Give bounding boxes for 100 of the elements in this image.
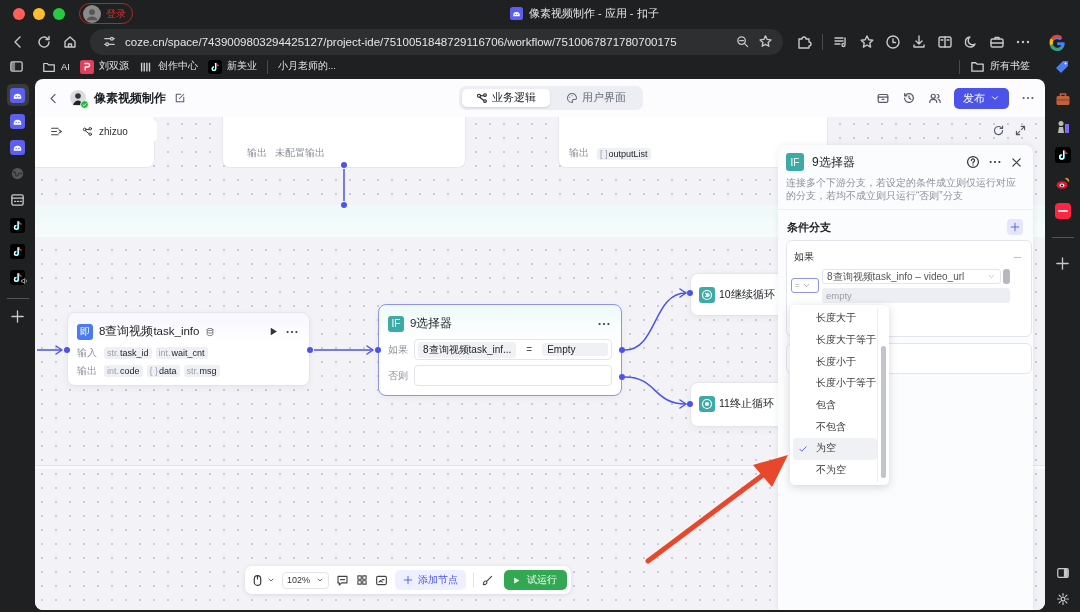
- connector-arrow: [624, 288, 687, 351]
- settings-icon[interactable]: [1055, 592, 1070, 606]
- port-dot[interactable]: [375, 347, 381, 353]
- port-dot[interactable]: [341, 162, 347, 168]
- chevron-down-icon: [267, 576, 275, 584]
- node-card[interactable]: 即 8查询视频task_info 输入 str.task_id int.wait_cnt 输出 int.code { }data str.msg: [67, 312, 310, 386]
- music-note-icon: [208, 59, 222, 74]
- bookmark[interactable]: 创作中心: [139, 59, 198, 74]
- add-icon[interactable]: [1055, 256, 1070, 271]
- toolbox-icon[interactable]: [1054, 91, 1071, 107]
- music-note-icon[interactable]: [1054, 147, 1071, 163]
- comment-icon[interactable]: [336, 573, 350, 587]
- port-dot[interactable]: [619, 374, 625, 380]
- parameter-tag: int.code: [104, 365, 143, 377]
- help-icon[interactable]: [966, 155, 980, 169]
- image-icon[interactable]: [375, 573, 389, 587]
- row-label: 否则: [388, 368, 408, 383]
- scrollbar-thumb[interactable]: [881, 346, 886, 478]
- globe-icon: [10, 165, 25, 181]
- palette-icon: [566, 92, 578, 104]
- node-title: 8查询视频task_info: [99, 324, 200, 339]
- parameter-tag: str.msg: [183, 365, 220, 377]
- drag-handle[interactable]: [1003, 269, 1010, 284]
- sidebar-toggle-icon[interactable]: [9, 59, 24, 74]
- bot-icon: [10, 87, 25, 103]
- chevron-down-icon: [316, 576, 325, 584]
- parameter-tag: int.wait_cnt: [155, 347, 208, 359]
- reader-icon[interactable]: [937, 33, 953, 50]
- close-icon[interactable]: [1010, 155, 1023, 169]
- add-icon[interactable]: [10, 309, 25, 324]
- zoom-window-button[interactable]: [53, 7, 65, 20]
- close-window-button[interactable]: [13, 7, 25, 20]
- menu-item[interactable]: 长度大于等于: [793, 329, 877, 352]
- port-dot[interactable]: [341, 202, 347, 208]
- menu-item[interactable]: 不为空: [793, 459, 877, 482]
- bookmark[interactable]: 刘双源: [80, 59, 129, 74]
- download-icon[interactable]: [911, 33, 927, 50]
- extensions-icon[interactable]: [796, 33, 812, 50]
- refresh-icon[interactable]: [992, 124, 1005, 137]
- bookmark[interactable]: AI: [42, 59, 70, 74]
- connector-arrow: [313, 345, 374, 355]
- port-dot[interactable]: [619, 347, 625, 353]
- row-label: 输出: [569, 147, 589, 160]
- port-dot[interactable]: [687, 401, 693, 407]
- bookmark[interactable]: 小月老师的...: [278, 60, 336, 73]
- section-title: 条件分支: [787, 219, 831, 235]
- history-icon[interactable]: [885, 33, 901, 50]
- port-dot[interactable]: [307, 347, 313, 353]
- all-bookmarks[interactable]: 所有书签: [970, 59, 1030, 74]
- tab[interactable]: 业务逻辑: [462, 89, 550, 107]
- menu-item[interactable]: 为空: [793, 438, 877, 460]
- node-title: 10继续循环: [719, 287, 775, 302]
- add-node-button[interactable]: 添加节点: [395, 570, 467, 590]
- publish-button[interactable]: 发布: [954, 87, 1009, 109]
- expand-icon[interactable]: [1014, 124, 1027, 137]
- bookmark[interactable]: 新美业: [208, 59, 257, 74]
- value-input[interactable]: empty: [822, 288, 1010, 303]
- address-bar[interactable]: coze.cn/space/7439009803294425127/project-ide/7510051848729116706/workflow/7510067871780700175: [90, 28, 783, 55]
- play-icon[interactable]: [268, 326, 279, 337]
- fast-forward-icon: [699, 286, 715, 303]
- people-icon[interactable]: [928, 91, 942, 105]
- music-note-icon: [10, 243, 25, 259]
- history-icon[interactable]: [902, 91, 916, 105]
- port-dot[interactable]: [64, 347, 70, 353]
- tab[interactable]: 用户界面: [552, 89, 640, 107]
- home-icon[interactable]: [62, 33, 78, 50]
- favorites-icon[interactable]: [859, 33, 875, 50]
- music-note-icon: [10, 269, 25, 285]
- zoom-icon[interactable]: [735, 34, 750, 49]
- chevron-down-icon: [987, 272, 996, 281]
- edit-icon[interactable]: [174, 92, 186, 104]
- port-dot[interactable]: [687, 290, 693, 296]
- node-icon: IF: [786, 153, 804, 171]
- operator-text: =: [525, 344, 534, 355]
- parameter-tag: { }data: [146, 365, 180, 377]
- reload-icon[interactable]: [36, 33, 52, 50]
- zoom-select[interactable]: 102%: [282, 571, 330, 589]
- star-icon[interactable]: [758, 34, 773, 49]
- connector-line: [343, 168, 345, 202]
- row-label: 输入: [77, 346, 97, 360]
- graph-icon: [82, 125, 93, 137]
- variable-select[interactable]: 8查询视频task_info – video_url: [822, 269, 1001, 284]
- weibo-icon[interactable]: [1054, 175, 1071, 191]
- site-settings-icon: [102, 34, 117, 49]
- package-icon[interactable]: [876, 91, 890, 105]
- tag-icon[interactable]: [1054, 58, 1070, 75]
- sidebar-app-button[interactable]: [6, 84, 29, 106]
- minimize-window-button[interactable]: [33, 7, 45, 20]
- grid-icon[interactable]: [356, 574, 369, 586]
- pointer-mode-button[interactable]: [251, 573, 275, 587]
- node-icon: 即: [77, 323, 93, 340]
- layout-icon[interactable]: [1055, 566, 1070, 580]
- app-icon[interactable]: [1054, 203, 1071, 219]
- graph-icon: [476, 92, 488, 104]
- brush-icon[interactable]: [481, 573, 495, 587]
- app-icon: [510, 7, 523, 20]
- node-card[interactable]: IF 9选择器 如果 8查询视频task_inf... = Empty 否则: [378, 304, 622, 396]
- url-text: coze.cn/space/7439009803294425127/project-ide/7510051848729116706/workflow/7510067871780700175: [125, 35, 677, 48]
- music-note-icon: [10, 217, 25, 233]
- menu-item[interactable]: 长度小于: [793, 351, 877, 374]
